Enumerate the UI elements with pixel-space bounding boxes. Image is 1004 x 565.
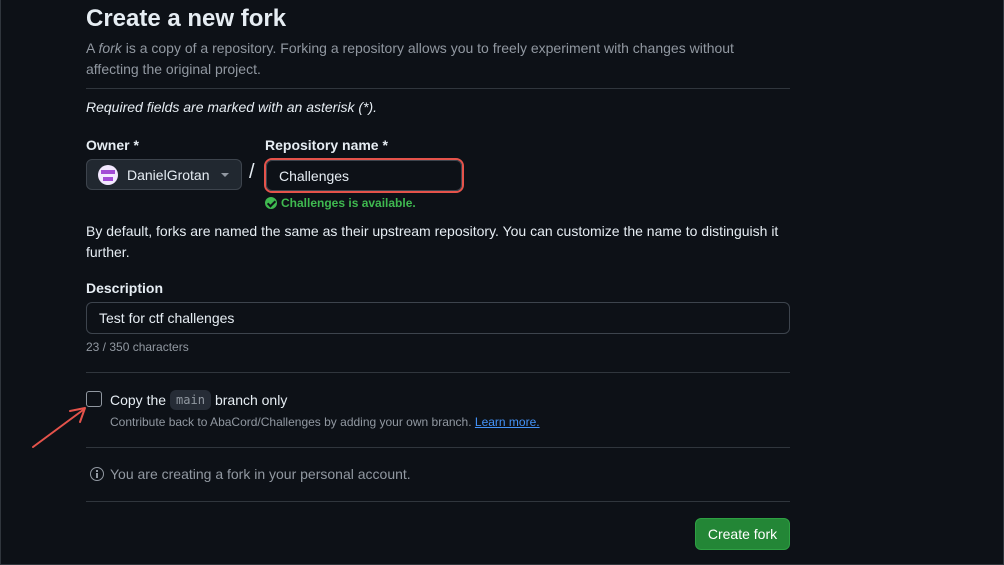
copy-branch-label-prefix: Copy the xyxy=(110,392,167,408)
copy-branch-label[interactable]: Copy the main branch only xyxy=(110,390,287,410)
repository-name-label: Repository name * xyxy=(265,137,388,153)
copy-branch-help: Contribute back to AbaCord/Challenges by… xyxy=(110,415,540,429)
subtitle-prefix: A xyxy=(86,40,99,56)
page-title: Create a new fork xyxy=(86,5,287,32)
annotation-arrow-icon xyxy=(32,407,86,448)
owner-name: DanielGrotan xyxy=(127,166,210,183)
owner-select-button[interactable]: DanielGrotan xyxy=(86,159,242,190)
naming-note: By default, forks are named the same as … xyxy=(86,223,779,260)
info-icon xyxy=(90,467,104,481)
subtitle-text: is a copy of a repository. Forking a rep… xyxy=(86,40,734,77)
divider xyxy=(86,447,790,448)
character-counter: 23 / 350 characters xyxy=(86,340,189,354)
owner-repo-separator: / xyxy=(249,161,255,183)
personal-account-info: You are creating a fork in your personal… xyxy=(90,466,411,482)
description-label: Description xyxy=(86,280,164,296)
required-fields-note: Required fields are marked with an aster… xyxy=(86,99,378,115)
chevron-down-icon xyxy=(220,172,229,177)
copy-branch-label-suffix: branch only xyxy=(214,392,288,408)
branch-name-code: main xyxy=(170,390,211,410)
page-subtitle: A fork is a copy of a repository. Forkin… xyxy=(86,38,790,80)
owner-label: Owner * xyxy=(86,137,139,153)
divider xyxy=(86,501,790,502)
divider xyxy=(86,88,790,89)
avatar xyxy=(98,164,118,185)
availability-text: Challenges is available. xyxy=(281,196,416,210)
subtitle-emphasis: fork xyxy=(98,40,122,56)
check-circle-icon xyxy=(265,197,277,209)
copy-main-branch-checkbox[interactable] xyxy=(86,391,102,407)
availability-status: Challenges is available. xyxy=(265,196,416,210)
learn-more-link[interactable]: Learn more. xyxy=(475,415,540,429)
copy-branch-help-text: Contribute back to AbaCord/Challenges by… xyxy=(110,415,472,429)
divider xyxy=(86,372,790,373)
create-fork-button[interactable]: Create fork xyxy=(695,518,790,550)
info-text: You are creating a fork in your personal… xyxy=(110,466,411,482)
description-input[interactable] xyxy=(86,302,790,334)
repository-name-input[interactable] xyxy=(266,160,462,191)
